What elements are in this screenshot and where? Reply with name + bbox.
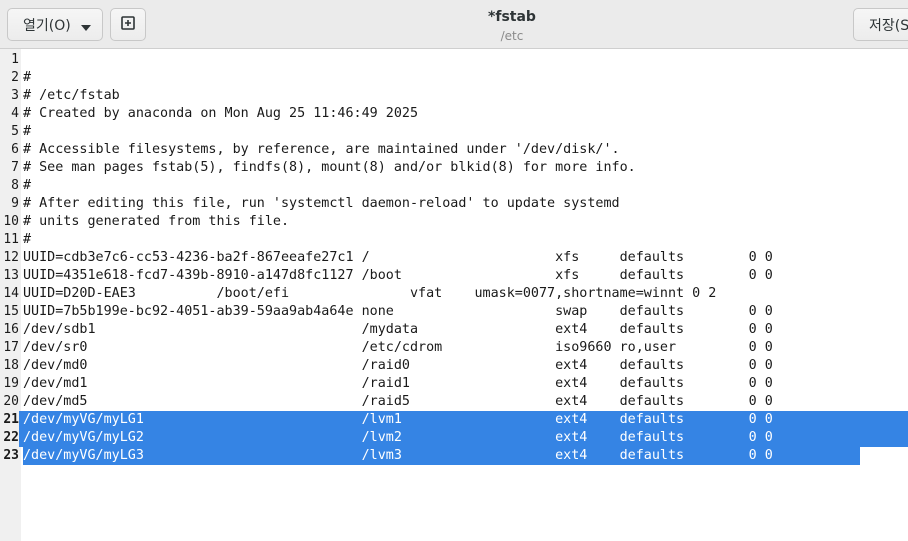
line-text[interactable]: # units generated from this file. bbox=[23, 213, 289, 231]
new-tab-icon bbox=[120, 15, 136, 35]
open-button[interactable]: 열기(O) bbox=[7, 8, 103, 41]
line-text[interactable]: UUID=4351e618-fcd7-439b-8910-a147d8fc112… bbox=[23, 267, 773, 285]
document-title: *fstab bbox=[488, 9, 536, 25]
chevron-down-icon bbox=[80, 21, 92, 37]
line-number: 7 bbox=[11, 160, 19, 175]
editor-line[interactable]: 12 UUID=cdb3e7c6-cc53-4236-ba2f-867eeafe2… bbox=[0, 249, 908, 267]
line-text[interactable]: UUID=D20D-EAE3 /boot/efi vfat umask=0077… bbox=[23, 285, 716, 303]
editor-lines: 1 2 #3 # /etc/fstab 4 # Created by anaconda o… bbox=[0, 51, 908, 465]
line-number: 5 bbox=[11, 124, 19, 139]
line-text[interactable]: /dev/myVG/myLG2 /lvm2 ext4 defaults 0 0 bbox=[23, 429, 773, 447]
line-number: 10 bbox=[3, 214, 19, 229]
line-number: 14 bbox=[3, 286, 19, 301]
editor-line[interactable]: 6 # Accessible filesystems, by reference,… bbox=[0, 141, 908, 159]
editor-line[interactable]: 20/dev/md5 /raid5 ext4 defaults 0 0 bbox=[0, 393, 908, 411]
line-text[interactable]: /dev/md0 /raid0 ext4 defaults 0 0 bbox=[23, 357, 773, 375]
line-text[interactable]: # bbox=[23, 177, 31, 195]
line-text[interactable]: /dev/myVG/myLG1 /lvm1 ext4 defaults 0 0 bbox=[23, 411, 773, 429]
editor-line[interactable]: 17/dev/sr0 /etc/cdrom iso9660 ro,user 0 … bbox=[0, 339, 908, 357]
line-number: 11 bbox=[3, 232, 19, 247]
line-text[interactable]: /dev/myVG/myLG3 /lvm3 ext4 defaults 0 0 bbox=[23, 447, 860, 465]
line-number: 21 bbox=[0, 411, 19, 429]
editor-line[interactable]: 10 # units generated from this file. bbox=[0, 213, 908, 231]
window-title-area: *fstab /etc bbox=[354, 8, 670, 44]
editor-line[interactable]: 11 # bbox=[0, 231, 908, 249]
open-button-label: 열기(O) bbox=[23, 17, 71, 34]
line-number: 17 bbox=[3, 340, 19, 355]
line-number: 16 bbox=[3, 322, 19, 337]
line-number: 20 bbox=[3, 394, 19, 409]
editor-line[interactable]: 16/dev/sdb1 /mydata ext4 defaults 0 0 bbox=[0, 321, 908, 339]
document-path: /etc bbox=[500, 29, 524, 43]
line-text[interactable]: UUID=cdb3e7c6-cc53-4236-ba2f-867eeafe27c… bbox=[23, 249, 773, 267]
line-number: 15 bbox=[3, 304, 19, 319]
editor-line[interactable]: 3 # /etc/fstab bbox=[0, 87, 908, 105]
line-text[interactable]: # bbox=[23, 231, 31, 249]
line-number: 9 bbox=[11, 196, 19, 211]
new-tab-button[interactable] bbox=[110, 8, 146, 41]
editor-line[interactable]: 9 # After editing this file, run 'systemc… bbox=[0, 195, 908, 213]
line-number: 4 bbox=[11, 106, 19, 121]
line-text[interactable]: UUID=7b5b199e-bc92-4051-ab39-59aa9ab4a64… bbox=[23, 303, 773, 321]
line-number: 12 bbox=[3, 250, 19, 265]
header-bar: 열기(O) *fstab /etc 저장(S) bbox=[0, 0, 908, 49]
line-text[interactable]: # bbox=[23, 69, 31, 87]
line-number: 3 bbox=[11, 88, 19, 103]
line-number: 13 bbox=[3, 268, 19, 283]
editor-line[interactable]: 21/dev/myVG/myLG1 /lvm1 ext4 defaults 0 … bbox=[0, 411, 908, 429]
editor-line[interactable]: 15 UUID=7b5b199e-bc92-4051-ab39-59aa9ab4a… bbox=[0, 303, 908, 321]
line-text[interactable]: # Accessible filesystems, by reference, … bbox=[23, 141, 620, 159]
save-button-label: 저장(S) bbox=[869, 17, 908, 34]
line-text[interactable]: # bbox=[23, 123, 31, 141]
text-editor[interactable]: 1 2 #3 # /etc/fstab 4 # Created by anaconda o… bbox=[0, 49, 908, 541]
line-text[interactable]: /dev/sdb1 /mydata ext4 defaults 0 0 bbox=[23, 321, 773, 339]
line-number: 18 bbox=[3, 358, 19, 373]
line-text[interactable]: # After editing this file, run 'systemct… bbox=[23, 195, 620, 213]
editor-line[interactable]: 19/dev/md1 /raid1 ext4 defaults 0 0 bbox=[0, 375, 908, 393]
editor-line[interactable]: 4 # Created by anaconda on Mon Aug 25 11:… bbox=[0, 105, 908, 123]
editor-line[interactable]: 22/dev/myVG/myLG2 /lvm2 ext4 defaults 0 … bbox=[0, 429, 908, 447]
editor-line[interactable]: 18/dev/md0 /raid0 ext4 defaults 0 0 bbox=[0, 357, 908, 375]
line-number: 19 bbox=[3, 376, 19, 391]
line-text[interactable]: /dev/sr0 /etc/cdrom iso9660 ro,user 0 0 bbox=[23, 339, 773, 357]
line-number: 23 bbox=[0, 447, 19, 465]
line-text[interactable]: # Created by anaconda on Mon Aug 25 11:4… bbox=[23, 105, 418, 123]
editor-line[interactable]: 23/dev/myVG/myLG3 /lvm3 ext4 defaults 0 … bbox=[0, 447, 908, 465]
editor-line[interactable]: 13 UUID=4351e618-fcd7-439b-8910-a147d8fc1… bbox=[0, 267, 908, 285]
line-number: 1 bbox=[11, 52, 19, 67]
line-text[interactable]: # /etc/fstab bbox=[23, 87, 120, 105]
line-number: 22 bbox=[0, 429, 19, 447]
line-text[interactable]: /dev/md5 /raid5 ext4 defaults 0 0 bbox=[23, 393, 773, 411]
editor-line[interactable]: 5 # bbox=[0, 123, 908, 141]
line-text[interactable]: /dev/md1 /raid1 ext4 defaults 0 0 bbox=[23, 375, 773, 393]
line-number: 2 bbox=[11, 70, 19, 85]
save-button[interactable]: 저장(S) bbox=[853, 8, 908, 41]
line-number: 6 bbox=[11, 142, 19, 157]
editor-line[interactable]: 14 UUID=D20D-EAE3 /boot/efi vfat umask=00… bbox=[0, 285, 908, 303]
editor-line[interactable]: 2 # bbox=[0, 69, 908, 87]
editor-line[interactable]: 7 # See man pages fstab(5), findfs(8), mo… bbox=[0, 159, 908, 177]
editor-line[interactable]: 8 # bbox=[0, 177, 908, 195]
editor-line[interactable]: 1 bbox=[0, 51, 908, 69]
line-number: 8 bbox=[11, 178, 19, 193]
line-text[interactable]: # See man pages fstab(5), findfs(8), mou… bbox=[23, 159, 636, 177]
